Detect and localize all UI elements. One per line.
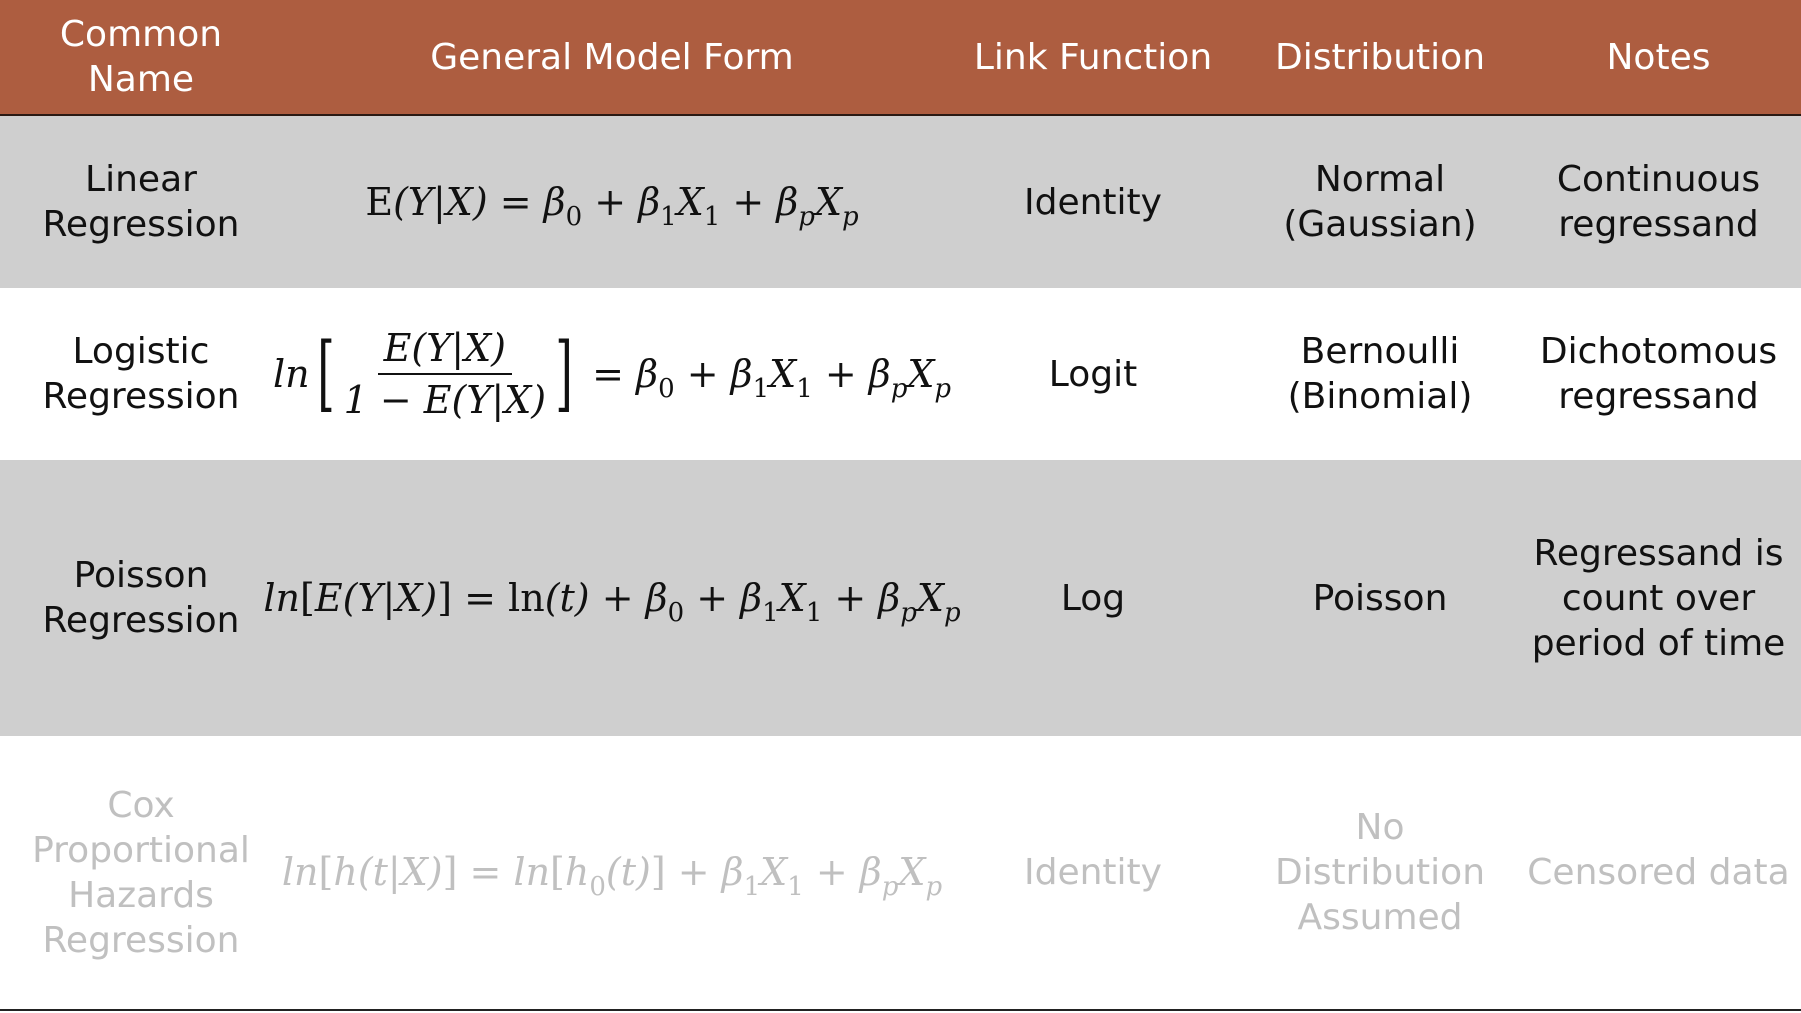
formula-prefix: ln [272,351,310,396]
table-row: Linear Regression E(Y|X) = β0 + β1X1 + β… [0,116,1801,288]
model-name: Cox Proportional Hazards Regression [32,784,250,961]
fraction: E(Y|X) 1 − E(Y|X) [338,326,553,422]
model-formula: E(Y|X) = β0 + β1X1 + βpXp [282,116,942,288]
notes: Regressand is count over period of time [1531,532,1786,664]
distribution: Poisson [1312,577,1448,619]
distribution: Bernoulli (Binomial) [1287,331,1473,417]
notes: Continuous regressand [1556,159,1761,245]
table-row: Logistic Regression ln [ E(Y|X) 1 − E(Y|… [0,288,1801,460]
notes: Dichotomous regressand [1539,331,1778,417]
header-link-function: Link Function [973,36,1213,78]
model-name: Logistic Regression [42,331,240,417]
link-function: Log [1060,577,1126,619]
model-name: Poisson Regression [42,555,240,641]
formula-math: ln[h(t|X)] = ln[h0(t)] + β1X1 + βpXp [281,850,943,902]
link-function: Identity [1024,852,1162,893]
notes: Censored data [1527,852,1790,893]
model-formula: ln[h(t|X)] = ln[h0(t)] + β1X1 + βpXp [282,736,942,1009]
link-function: Identity [1024,181,1162,223]
table-header: Common Name General Model Form Link Func… [0,0,1801,116]
fraction-denominator: 1 − E(Y|X) [343,378,547,422]
header-common-name: Common Name [59,14,223,100]
header-general-model-form: General Model Form [430,36,794,78]
model-formula: ln [ E(Y|X) 1 − E(Y|X) ] = β0 + β1X1 + β… [273,288,951,460]
model-name: Linear Regression [42,159,240,245]
link-function: Logit [1048,353,1138,395]
regression-models-table: Common Name General Model Form Link Func… [0,0,1801,1013]
table-row: Poisson Regression ln[E(Y|X)] = ln(t) + … [0,460,1801,736]
formula-math: ln[E(Y|X)] = ln(t) + β0 + β1X1 + βpXp [263,575,961,628]
distribution: Normal (Gaussian) [1283,159,1477,245]
left-bracket: [ [316,326,335,421]
distribution: No Distribution Assumed [1274,807,1486,938]
fraction-numerator: E(Y|X) [377,326,512,375]
table-row: Cox Proportional Hazards Regression ln[h… [0,736,1801,1011]
header-notes: Notes [1606,36,1711,78]
formula-math: ln [ E(Y|X) 1 − E(Y|X) ] = β0 + β1X1 + β… [272,326,952,422]
formula-math: E(Y|X) = β0 + β1X1 + βpXp [365,179,859,232]
header-distribution: Distribution [1274,36,1486,78]
right-bracket: ] [555,326,573,421]
model-formula: ln[E(Y|X)] = ln(t) + β0 + β1X1 + βpXp [263,460,960,736]
